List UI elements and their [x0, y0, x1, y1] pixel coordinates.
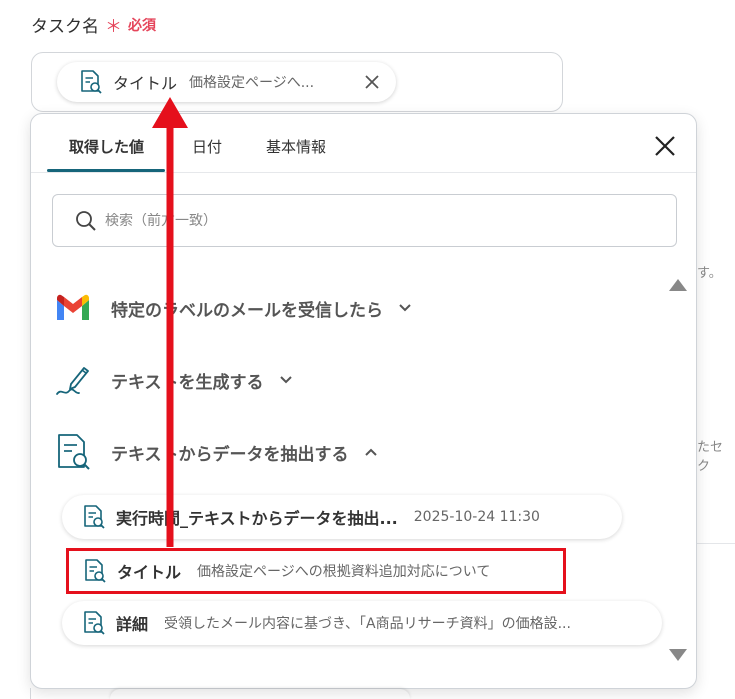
- close-icon[interactable]: [653, 134, 677, 158]
- item-value: 2025-10-24 11:30: [413, 509, 540, 525]
- background-card-edge: [30, 688, 40, 699]
- document-search-icon: [58, 434, 90, 470]
- task-name-label-text: タスク名: [31, 17, 99, 37]
- background-text-1: す。: [697, 266, 722, 281]
- task-name-label: タスク名 ＊ 必須: [31, 12, 156, 37]
- background-text-2: たセク: [697, 440, 724, 474]
- section-generate-text[interactable]: テキストを生成する: [53, 360, 294, 400]
- item-value: 受領したメール内容に基づき、「A商品リサーチ資料」の価格設...: [164, 616, 571, 632]
- value-item-details[interactable]: 詳細 受領したメール内容に基づき、「A商品リサーチ資料」の価格設...: [62, 601, 662, 645]
- scroll-down-arrow-icon[interactable]: [668, 647, 688, 663]
- chevron-down-icon: [279, 376, 292, 384]
- chevron-down-icon: [399, 304, 411, 312]
- section-icon-wrap: [53, 360, 93, 400]
- tab-basic-info[interactable]: 基本情報: [266, 136, 326, 157]
- item-label: 実行時間_テキストからデータを抽出...: [116, 509, 398, 528]
- section-label: テキストを生成する: [111, 372, 264, 393]
- tab-date[interactable]: 日付: [192, 136, 222, 157]
- required-mark: ＊: [105, 17, 122, 37]
- chip-label: タイトル: [113, 74, 178, 93]
- background-divider: [697, 543, 735, 544]
- scroll-up-arrow-icon[interactable]: [668, 277, 688, 293]
- background-chip-edge: [110, 689, 410, 699]
- item-value: 価格設定ページへの根拠資料追加対応について: [197, 564, 491, 580]
- value-picker-popup: 取得した値 日付 基本情報 特定のラベルのメールを受信したら: [30, 113, 697, 689]
- document-search-icon: [85, 559, 106, 583]
- item-label: 詳細: [116, 615, 149, 634]
- tab-divider: [31, 172, 696, 173]
- section-label: 特定のラベルのメールを受信したら: [111, 300, 383, 321]
- section-gmail-trigger[interactable]: 特定のラベルのメールを受信したら: [53, 288, 413, 328]
- section-icon-wrap: [53, 288, 93, 328]
- section-label: テキストからデータを抽出する: [111, 444, 349, 465]
- selected-value-chip[interactable]: タイトル 価格設定ページへ...: [57, 62, 396, 102]
- chevron-up-icon: [364, 448, 377, 456]
- gmail-icon: [57, 294, 89, 320]
- search-icon: [76, 210, 96, 231]
- section-extract-data[interactable]: テキストからデータを抽出する: [53, 432, 379, 472]
- pen-icon: [56, 367, 89, 395]
- value-item-execution-time[interactable]: 実行時間_テキストからデータを抽出... 2025-10-24 11:30: [62, 495, 622, 539]
- document-search-icon: [81, 70, 102, 94]
- chip-value: 価格設定ページへ...: [189, 75, 315, 91]
- item-label: タイトル: [117, 563, 182, 582]
- close-icon[interactable]: [362, 72, 382, 92]
- document-search-icon: [84, 611, 105, 635]
- search-field[interactable]: [52, 194, 677, 247]
- tab-retrieved-values[interactable]: 取得した値: [69, 136, 144, 157]
- required-text: 必須: [128, 17, 156, 34]
- document-search-icon: [84, 505, 105, 529]
- section-icon-wrap: [53, 432, 93, 472]
- value-item-title[interactable]: タイトル 価格設定ページへの根拠資料追加対応について: [66, 548, 566, 594]
- search-input[interactable]: [105, 212, 625, 229]
